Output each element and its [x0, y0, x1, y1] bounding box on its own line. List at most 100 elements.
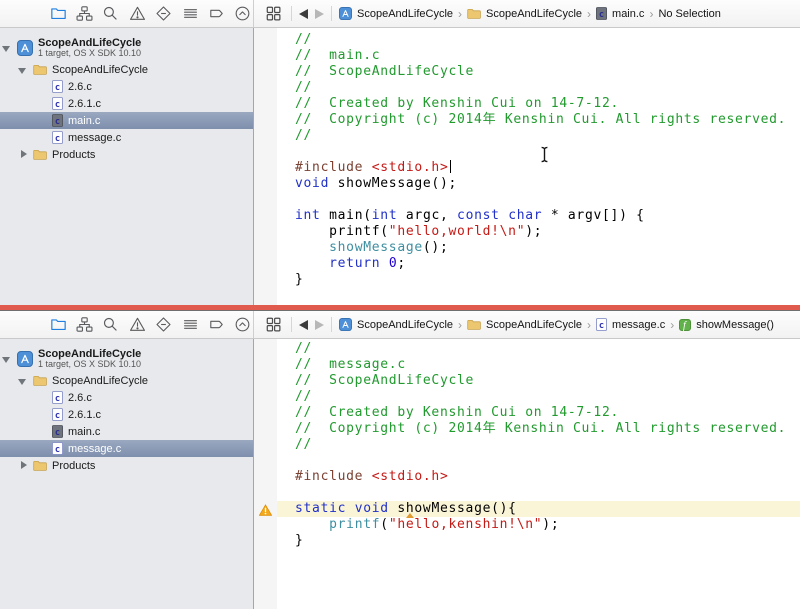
breadcrumb-function[interactable]: showMessage() [679, 319, 774, 331]
sidebar-item-project[interactable]: ScopeAndLifeCycle 1 target, OS X SDK 10.… [0, 345, 253, 372]
breadcrumb-project[interactable]: ScopeAndLifeCycle [339, 7, 453, 20]
find-navigator-icon[interactable] [101, 3, 121, 24]
breadcrumb-label: ScopeAndLifeCycle [357, 8, 453, 20]
sidebar-item-file[interactable]: 2.6.c [0, 78, 253, 95]
disclosure-open-icon[interactable] [2, 43, 12, 53]
issue-navigator-icon[interactable] [127, 3, 147, 24]
code-editor[interactable]: //// main.c// ScopeAndLifeCycle//// Crea… [277, 28, 800, 305]
sidebar-item-products[interactable]: Products [0, 146, 253, 163]
related-items-icon[interactable] [263, 3, 284, 24]
code-line[interactable]: // Created by Kenshin Cui on 14-7-12. [277, 405, 800, 421]
separator [291, 317, 292, 332]
disclosure-closed-icon[interactable] [18, 150, 28, 160]
breakpoint-navigator-icon[interactable] [206, 314, 226, 335]
project-name: ScopeAndLifeCycle [38, 348, 141, 360]
breadcrumb-group[interactable]: ScopeAndLifeCycle [467, 8, 582, 20]
chevron-icon: › [649, 7, 653, 21]
report-navigator-icon[interactable] [233, 314, 253, 335]
sidebar-item-file[interactable]: main.c [0, 423, 253, 440]
sidebar-item-file[interactable]: message.c [0, 129, 253, 146]
sidebar-item-project[interactable]: ScopeAndLifeCycle 1 target, OS X SDK 10.… [0, 34, 253, 61]
code-line[interactable]: static void showMessage(){ [277, 501, 800, 517]
sidebar-item-file[interactable]: 2.6.c [0, 389, 253, 406]
file-label: 2.6.1.c [68, 98, 101, 110]
report-navigator-icon[interactable] [233, 3, 253, 24]
project-icon [17, 40, 33, 56]
disclosure-closed-icon[interactable] [18, 461, 28, 471]
forward-button[interactable] [315, 9, 324, 19]
disclosure-open-icon[interactable] [2, 354, 12, 364]
code-line[interactable]: // Copyright (c) 2014年 Kenshin Cui. All … [277, 421, 800, 437]
c-file-icon [52, 80, 63, 93]
chevron-icon: › [670, 318, 674, 332]
code-line[interactable] [277, 453, 800, 469]
sidebar-item-group[interactable]: ScopeAndLifeCycle [0, 61, 253, 78]
forward-button[interactable] [315, 320, 324, 330]
back-button[interactable] [299, 9, 308, 19]
code-line[interactable]: // main.c [277, 48, 800, 64]
sidebar-item-group[interactable]: ScopeAndLifeCycle [0, 372, 253, 389]
source-editor-bottom[interactable]: //// message.c// ScopeAndLifeCycle//// C… [254, 339, 800, 609]
project-navigator-icon[interactable] [48, 314, 68, 335]
project-icon [339, 7, 352, 20]
back-button[interactable] [299, 320, 308, 330]
separator [331, 317, 332, 332]
symbol-navigator-icon[interactable] [74, 314, 94, 335]
project-navigator-icon[interactable] [48, 3, 68, 24]
code-line[interactable]: void showMessage(); [277, 176, 800, 192]
separator [291, 6, 292, 21]
code-line[interactable]: return 0; [277, 256, 800, 272]
breadcrumb-group[interactable]: ScopeAndLifeCycle [467, 319, 582, 331]
find-navigator-icon[interactable] [101, 314, 121, 335]
sidebar-item-file-selected[interactable]: main.c [0, 112, 253, 129]
code-line[interactable]: // Created by Kenshin Cui on 14-7-12. [277, 96, 800, 112]
code-line[interactable]: } [277, 272, 800, 288]
breadcrumb-selection[interactable]: No Selection [658, 8, 720, 20]
c-file-icon [52, 408, 63, 421]
code-line[interactable]: // [277, 389, 800, 405]
code-line[interactable]: // [277, 128, 800, 144]
code-line[interactable]: // message.c [277, 357, 800, 373]
breadcrumb-file[interactable]: main.c [596, 7, 644, 20]
code-line[interactable] [277, 192, 800, 208]
code-line[interactable] [277, 144, 800, 160]
code-line[interactable]: // [277, 80, 800, 96]
sidebar-item-file[interactable]: 2.6.1.c [0, 406, 253, 423]
breadcrumb-project[interactable]: ScopeAndLifeCycle [339, 318, 453, 331]
sidebar-item-file[interactable]: 2.6.1.c [0, 95, 253, 112]
code-line[interactable]: } [277, 533, 800, 549]
code-line[interactable]: // Copyright (c) 2014年 Kenshin Cui. All … [277, 112, 800, 128]
breakpoint-navigator-icon[interactable] [206, 3, 226, 24]
disclosure-open-icon[interactable] [18, 65, 28, 75]
sidebar-item-products[interactable]: Products [0, 457, 253, 474]
code-line[interactable]: showMessage(); [277, 240, 800, 256]
test-navigator-icon[interactable] [154, 3, 174, 24]
debug-navigator-icon[interactable] [180, 3, 200, 24]
related-items-icon[interactable] [263, 314, 284, 335]
code-line[interactable]: // [277, 341, 800, 357]
debug-navigator-icon[interactable] [180, 314, 200, 335]
code-line[interactable]: int main(int argc, const char * argv[]) … [277, 208, 800, 224]
breadcrumb-label: ScopeAndLifeCycle [486, 319, 582, 331]
editor-pane-bottom: ScopeAndLifeCycle › ScopeAndLifeCycle › … [0, 311, 800, 609]
code-line[interactable] [277, 485, 800, 501]
code-line[interactable]: // [277, 32, 800, 48]
code-line[interactable]: printf("hello,kenshin!\n"); [277, 517, 800, 533]
code-editor[interactable]: //// message.c// ScopeAndLifeCycle//// C… [277, 339, 800, 609]
code-line[interactable]: // ScopeAndLifeCycle [277, 373, 800, 389]
breadcrumb-file[interactable]: message.c [596, 318, 665, 331]
warning-icon[interactable] [259, 503, 272, 515]
disclosure-open-icon[interactable] [18, 376, 28, 386]
code-line[interactable]: #include <stdio.h> [277, 469, 800, 485]
issue-navigator-icon[interactable] [127, 314, 147, 335]
code-line[interactable]: // ScopeAndLifeCycle [277, 64, 800, 80]
test-navigator-icon[interactable] [154, 314, 174, 335]
code-line[interactable]: #include <stdio.h> [277, 160, 800, 176]
sidebar-item-file-selected[interactable]: message.c [0, 440, 253, 457]
code-line[interactable]: printf("hello,world!\n"); [277, 224, 800, 240]
symbol-navigator-icon[interactable] [74, 3, 94, 24]
toolbar-bottom: ScopeAndLifeCycle › ScopeAndLifeCycle › … [0, 311, 800, 339]
project-icon [17, 351, 33, 367]
code-line[interactable]: // [277, 437, 800, 453]
source-editor-top[interactable]: //// main.c// ScopeAndLifeCycle//// Crea… [254, 28, 800, 305]
